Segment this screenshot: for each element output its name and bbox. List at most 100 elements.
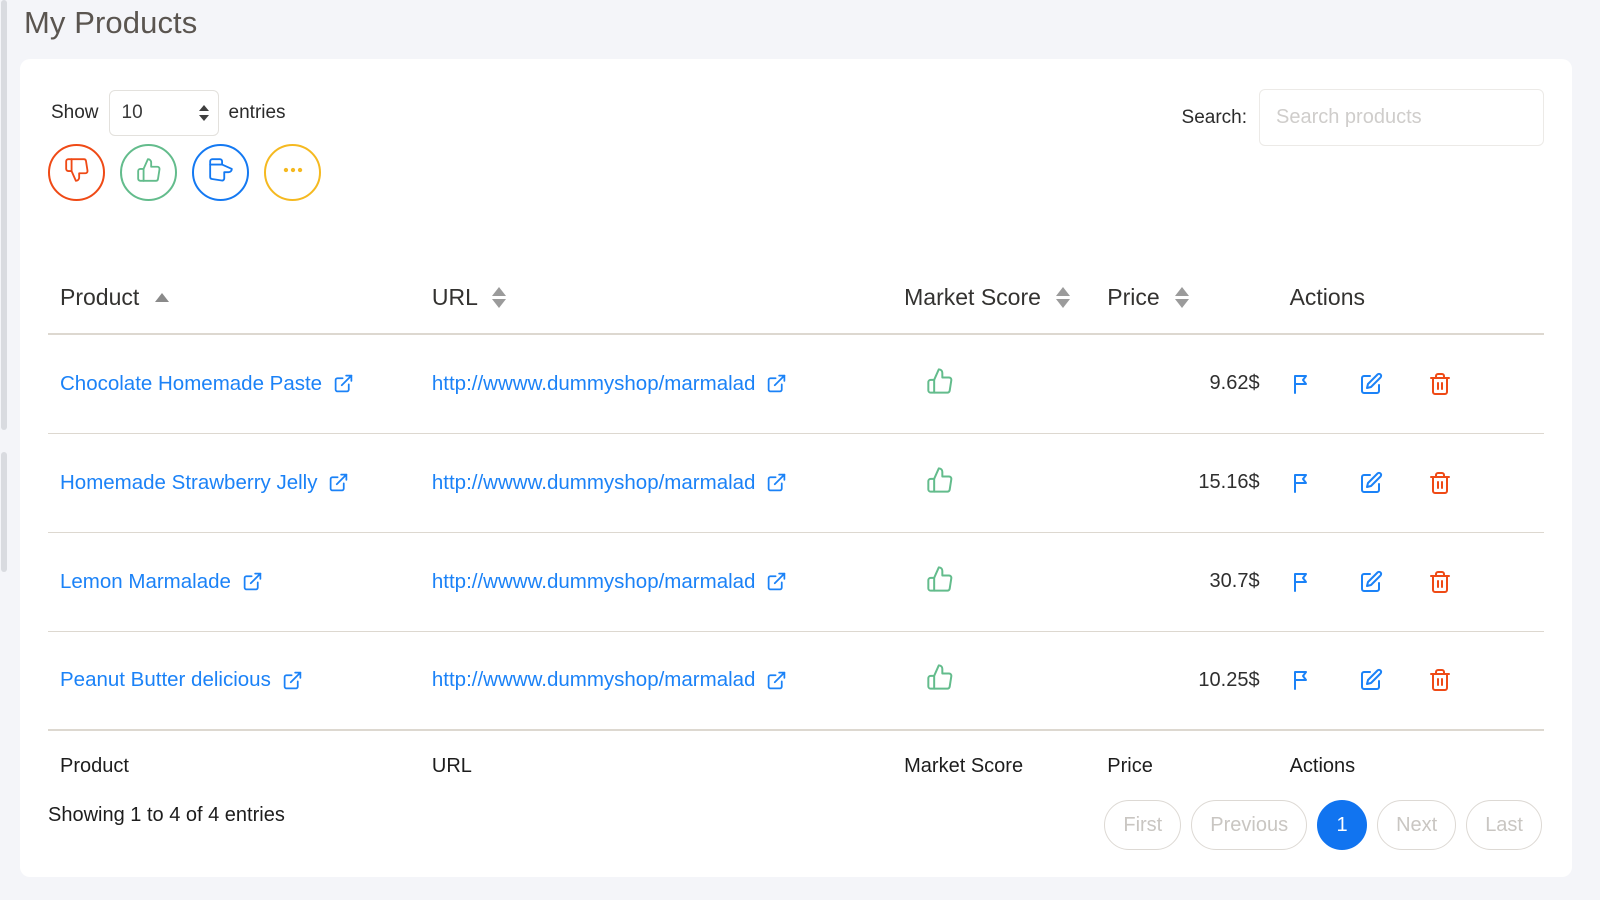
column-header-market-score-label: Market Score [904, 284, 1041, 310]
cell-market-score [904, 433, 1108, 533]
product-name: Lemon Marmalade [60, 569, 231, 593]
hand-point-right-icon [208, 157, 234, 188]
page-scrollbar-thumb[interactable] [1, 0, 7, 430]
table-foot: Product URL Market Score Price Actions [48, 730, 1544, 802]
table-info: Showing 1 to 4 of 4 entries [48, 804, 285, 826]
column-header-product[interactable]: Product [48, 284, 432, 335]
thumbs-up-icon [926, 664, 954, 696]
product-link[interactable]: Chocolate Homemade Paste [60, 372, 354, 396]
url-link[interactable]: http://wwww.dummyshop/marmalad [432, 372, 788, 396]
url-text: http://wwww.dummyshop/marmalad [431, 668, 756, 692]
entries-select[interactable] [108, 90, 219, 136]
cell-product: Homemade Strawberry Jelly [48, 433, 432, 533]
external-link-icon[interactable] [282, 670, 303, 691]
footer-header-actions: Actions [1289, 755, 1356, 777]
external-link-icon[interactable] [766, 670, 787, 691]
cell-url: http://wwww.dummyshop/marmalad [431, 334, 905, 434]
more-options-filter-button[interactable] [264, 144, 321, 201]
sort-both-icon[interactable] [1175, 287, 1190, 309]
product-link[interactable]: Homemade Strawberry Jelly [60, 471, 349, 495]
cell-market-score [904, 631, 1108, 731]
trash-icon[interactable] [1428, 570, 1452, 594]
cell-price: 30.7$ [1107, 532, 1260, 632]
table-row: Homemade Strawberry Jelly http://wwww.du… [48, 433, 1544, 533]
sort-ascending-icon[interactable] [154, 293, 169, 303]
flag-icon[interactable] [1290, 668, 1314, 692]
column-header-price[interactable]: Price [1107, 284, 1260, 335]
column-header-price-label: Price [1107, 284, 1160, 310]
thumbs-up-icon [926, 368, 954, 400]
url-link[interactable]: http://wwww.dummyshop/marmalad [432, 668, 788, 692]
trash-icon[interactable] [1428, 372, 1452, 396]
cell-product: Chocolate Homemade Paste [48, 334, 432, 434]
pagination-last[interactable]: Last [1466, 800, 1542, 850]
page-title: My Products [24, 5, 198, 40]
search-input[interactable] [1259, 89, 1544, 146]
page-scrollbar-thumb-secondary[interactable] [1, 452, 7, 572]
external-link-icon[interactable] [242, 571, 263, 592]
pagination: First Previous 1 Next Last [1104, 800, 1542, 850]
url-link[interactable]: http://wwww.dummyshop/marmalad [432, 570, 788, 594]
cell-product: Peanut Butter delicious [48, 631, 432, 731]
table-row: Lemon Marmalade http://wwww.dummyshop/ma… [48, 532, 1544, 632]
pagination-page-1[interactable]: 1 [1317, 800, 1368, 850]
cell-product: Lemon Marmalade [48, 532, 432, 632]
table-header-row: Product URL Market Score Price Actions [48, 284, 1544, 335]
footer-header-market-score: Market Score [904, 755, 1024, 777]
edit-icon[interactable] [1359, 372, 1383, 396]
thumbs-up-icon [136, 157, 162, 188]
external-link-icon[interactable] [328, 472, 349, 493]
table-head: Product URL Market Score Price Actions [48, 284, 1544, 335]
sort-both-icon[interactable] [492, 287, 507, 309]
pagination-next[interactable]: Next [1377, 800, 1457, 850]
cell-url: http://wwww.dummyshop/marmalad [431, 433, 905, 533]
sort-both-icon[interactable] [1056, 287, 1071, 309]
search-label: Search: [1181, 106, 1247, 128]
thumbs-down-icon [64, 157, 90, 188]
thumbs-up-icon [926, 466, 954, 499]
cell-actions [1259, 334, 1544, 434]
trash-icon[interactable] [1428, 668, 1452, 692]
trash-icon[interactable] [1428, 471, 1452, 495]
cell-price: 9.62$ [1107, 334, 1260, 434]
page-scrollbar[interactable] [0, 0, 8, 900]
table-row: Chocolate Homemade Paste http://wwww.dum… [48, 334, 1544, 434]
ellipsis-icon [280, 157, 306, 188]
column-header-actions-label: Actions [1289, 284, 1366, 310]
flag-icon[interactable] [1290, 570, 1314, 594]
url-link[interactable]: http://wwww.dummyshop/marmalad [432, 471, 788, 495]
external-link-icon[interactable] [333, 373, 354, 394]
column-header-market-score[interactable]: Market Score [904, 284, 1108, 335]
column-header-url[interactable]: URL [431, 284, 905, 335]
url-text: http://wwww.dummyshop/marmalad [431, 371, 756, 395]
edit-icon[interactable] [1359, 570, 1383, 594]
footer-header-product: Product [60, 755, 129, 777]
external-link-icon[interactable] [766, 571, 787, 592]
external-link-icon[interactable] [766, 472, 787, 493]
cell-price: 15.16$ [1107, 433, 1260, 533]
thumbs-down-filter-button[interactable] [48, 144, 105, 201]
product-name: Chocolate Homemade Paste [60, 371, 323, 395]
thumbs-up-filter-button[interactable] [120, 144, 177, 201]
url-text: http://wwww.dummyshop/marmalad [431, 569, 756, 593]
url-text: http://wwww.dummyshop/marmalad [431, 470, 756, 494]
pagination-previous[interactable]: Previous [1191, 800, 1308, 850]
entries-select-wrapper[interactable] [108, 90, 219, 136]
footer-header-price: Price [1107, 755, 1153, 777]
edit-icon[interactable] [1359, 471, 1383, 495]
product-link[interactable]: Lemon Marmalade [60, 570, 263, 594]
market-score-filter-group [48, 144, 321, 201]
pagination-first[interactable]: First [1104, 800, 1182, 850]
flag-icon[interactable] [1290, 471, 1314, 495]
table-footer-row: Product URL Market Score Price Actions [48, 730, 1544, 802]
edit-icon[interactable] [1359, 668, 1383, 692]
flag-icon[interactable] [1290, 372, 1314, 396]
thumbs-up-icon [926, 565, 954, 598]
cell-actions [1259, 433, 1544, 533]
pointing-hand-filter-button[interactable] [192, 144, 249, 201]
products-table: Product URL Market Score Price Actions C… [48, 284, 1544, 802]
product-name: Peanut Butter delicious [60, 668, 271, 692]
product-link[interactable]: Peanut Butter delicious [60, 668, 303, 692]
external-link-icon[interactable] [766, 373, 787, 394]
column-header-actions: Actions [1259, 284, 1544, 335]
